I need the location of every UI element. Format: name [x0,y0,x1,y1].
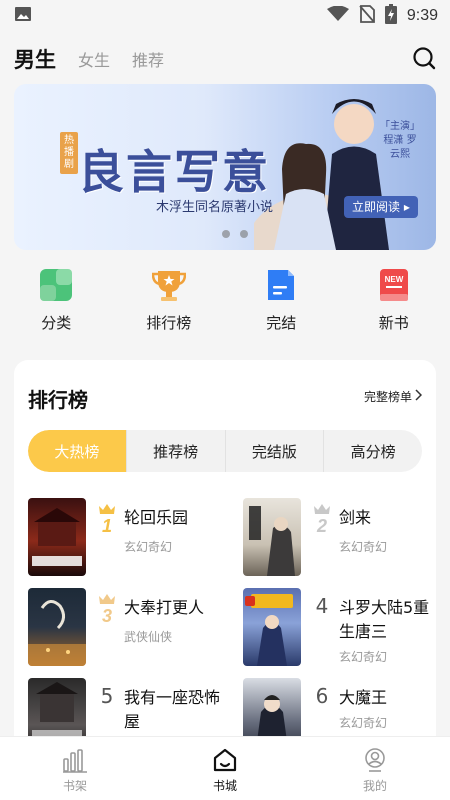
bookshelf-icon [62,747,88,773]
book-title: 大奉打更人 [124,598,205,617]
full-ranking-label: 完整榜单 [363,390,412,404]
banner-subtitle: 木浮生同名原著小说 [156,200,274,215]
tab-male[interactable]: 男生 [14,44,56,74]
rank-number: 1 [102,516,112,534]
read-now-button[interactable]: 立即阅读 ▸ [344,196,418,218]
grid-icon [39,268,73,302]
rank-number: 2 [316,516,327,534]
rank-number: 6 [315,684,329,708]
search-icon[interactable] [412,46,436,70]
tab-female[interactable]: 女生 [78,47,110,71]
banner-cast: 「主演」程潇 罗云熙 [380,121,420,160]
book-title: 斗罗大陆5重生唐三 [339,598,430,641]
banner-tag: 热播剧 [60,132,78,174]
book-item[interactable]: 1 轮回乐园 玄幻奇幻 [28,498,228,580]
book-genre: 玄幻奇幻 [124,540,173,554]
book-genre: 玄幻奇幻 [339,650,388,664]
chevron-right-icon [414,389,423,404]
silver-crown-icon: 2 [311,502,333,536]
ranking-tabs: 大热榜 推荐榜 完结版 高分榜 [28,430,422,472]
document-icon [264,268,298,302]
book-genre: 武侠仙侠 [124,630,173,644]
banner-illustration [254,99,389,250]
home-icon [212,747,238,773]
book-cover [28,588,86,666]
pagination-dot[interactable] [240,230,248,238]
bottom-nav: 书架 书城 我的 [0,736,450,800]
book-genre: 玄幻奇幻 [339,716,388,730]
image-icon [14,6,32,26]
book-title: 大魔王 [339,688,388,707]
nav-mine[interactable]: 我的 [300,737,450,800]
banner-pagination [222,230,248,238]
promo-banner[interactable]: 热播剧 良言写意 木浮生同名原著小说 「主演」程潇 罗云熙 立即阅读 ▸ [14,84,436,250]
tab-high-score[interactable]: 高分榜 [324,430,422,472]
book-item[interactable]: 2 剑来 玄幻奇幻 [243,498,443,580]
pagination-dot[interactable] [222,230,230,238]
status-bar: 9:39 [0,0,450,32]
book-title: 剑来 [339,508,372,527]
ranking-card: 排行榜 完整榜单 大热榜 推荐榜 完结版 高分榜 1 轮回乐园 玄幻奇幻 2 剑… [14,360,436,800]
book-title: 我有一座恐怖屋 [124,688,221,731]
trophy-icon [151,268,187,302]
rank-number: 3 [102,606,112,624]
book-genre: 玄幻奇幻 [339,540,388,554]
battery-charging-icon [384,4,397,28]
category-new-books[interactable]: NEW 新书 [338,268,450,344]
tab-finished[interactable]: 完结版 [226,430,325,472]
full-ranking-link[interactable]: 完整榜单 [363,388,423,405]
category-ranking[interactable]: 排行榜 [113,268,226,344]
category-label: 排行榜 [146,314,192,332]
no-sim-icon [359,5,375,27]
nav-bookshelf[interactable]: 书架 [0,737,150,800]
book-item[interactable]: 3 大奉打更人 武侠仙侠 [28,588,228,670]
book-cover [243,498,301,576]
profile-icon [362,747,388,773]
nav-label: 我的 [362,779,387,793]
rank-number: 5 [100,684,114,708]
category-label: 完结 [266,314,297,332]
status-time: 9:39 [406,7,438,24]
category-completed[interactable]: 完结 [225,268,338,344]
book-item[interactable]: 4 斗罗大陆5重生唐三 玄幻奇幻 [243,588,443,670]
book-cover [28,498,86,576]
nav-label: 书城 [212,779,237,793]
gold-crown-icon: 1 [96,502,118,536]
ranking-title: 排行榜 [28,388,88,412]
book-cover [243,588,301,666]
nav-label: 书架 [62,779,87,793]
top-nav: 男生 女生 推荐 [0,36,450,82]
category-row: 分类 排行榜 完结 NEW 新书 [0,268,450,344]
category-label: 新书 [378,314,409,332]
rank-number: 4 [315,594,329,618]
bronze-crown-icon: 3 [96,592,118,626]
tab-hot[interactable]: 大热榜 [28,430,127,472]
category-label: 分类 [41,314,72,332]
svg-text:NEW: NEW [384,275,403,284]
book-title: 轮回乐园 [124,508,189,527]
nav-bookstore[interactable]: 书城 [150,737,300,800]
tab-recommend[interactable]: 推荐 [132,47,164,71]
wifi-icon [326,5,349,26]
banner-title: 良言写意 [78,145,270,199]
tab-recommended[interactable]: 推荐榜 [127,430,226,472]
new-book-icon: NEW [377,268,411,302]
category-classify[interactable]: 分类 [0,268,113,344]
